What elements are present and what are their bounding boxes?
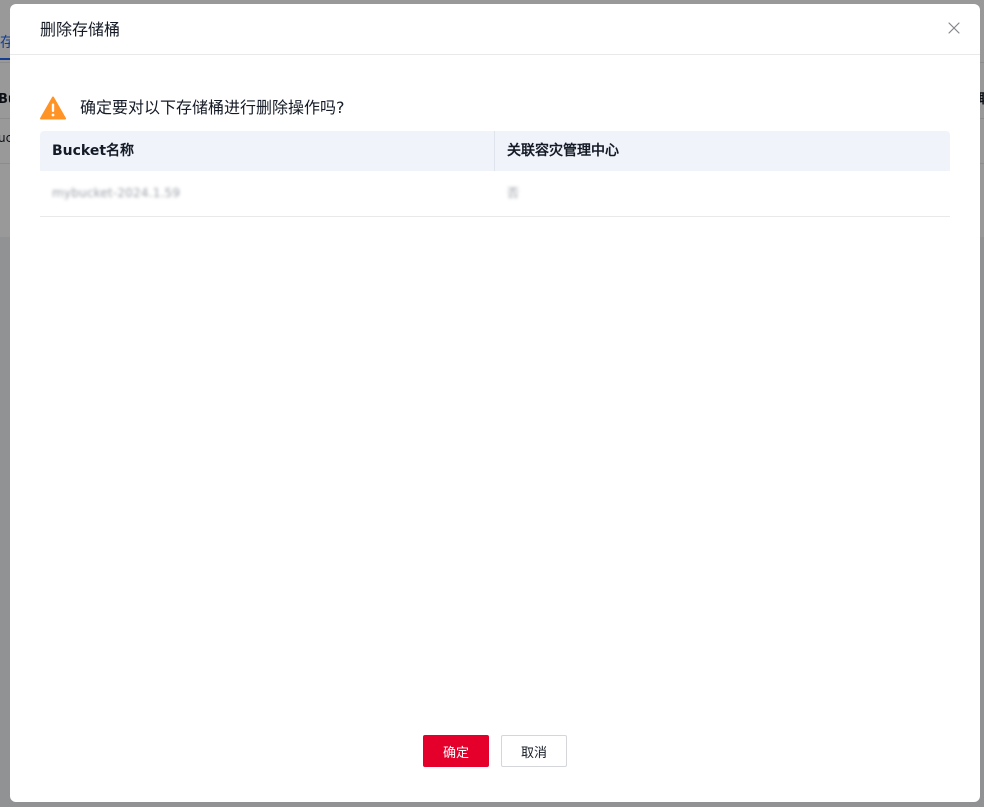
column-header-dr-center: 关联容灾管理中心 — [507, 143, 619, 159]
close-button[interactable] — [946, 20, 962, 36]
dialog-title: 删除存储桶 — [40, 20, 121, 39]
dialog-header: 删除存储桶 — [10, 4, 980, 55]
column-header-bucket-name: Bucket名称 — [40, 131, 495, 171]
close-icon — [948, 22, 960, 34]
table-header: Bucket名称 关联容灾管理中心 — [40, 131, 950, 171]
warning-triangle-icon — [40, 96, 66, 120]
table-row: mybucket-2024.1.59 否 — [40, 171, 950, 217]
bucket-name-value: mybucket-2024.1.59 — [52, 186, 181, 200]
warning-text: 确定要对以下存储桶进行删除操作吗? — [80, 98, 345, 117]
bucket-table: Bucket名称 关联容灾管理中心 mybucket-2024.1.59 否 — [40, 131, 950, 217]
dr-center-value: 否 — [507, 186, 520, 200]
cell-dr-center: 否 — [495, 171, 950, 216]
dialog-footer: 确定 取消 — [10, 735, 980, 767]
warning-message: 确定要对以下存储桶进行删除操作吗? — [40, 95, 345, 121]
confirm-button[interactable]: 确定 — [423, 735, 489, 767]
delete-bucket-dialog: 删除存储桶 确定要对以下存储桶进行删除操作吗? Bucket名称 关联容灾管理中… — [10, 4, 980, 802]
cancel-button[interactable]: 取消 — [501, 735, 567, 767]
cell-bucket-name: mybucket-2024.1.59 — [40, 171, 495, 216]
